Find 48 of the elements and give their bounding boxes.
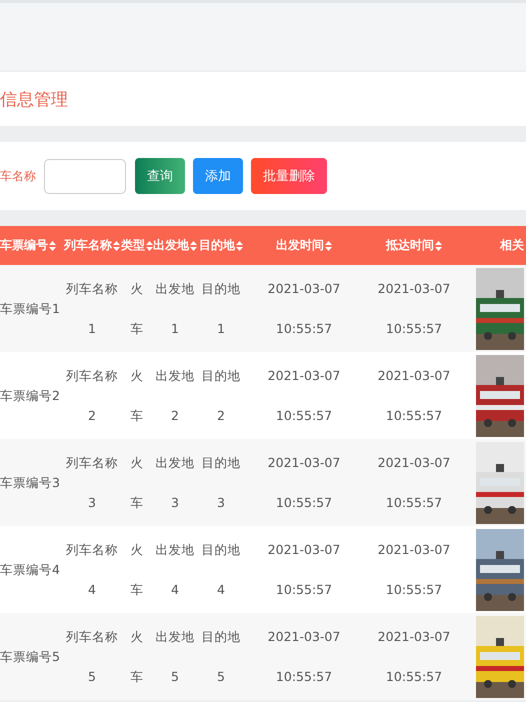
table-cell-text: 2021-03-07 10:55:57 [266,280,342,338]
table-cell-text: 出发地1 [155,280,195,338]
table-cell-text: 车票编号3 [0,474,61,492]
table-cell-text: 车票编号4 [0,560,61,578]
table-cell-text: 2021-03-07 10:55:57 [266,628,342,686]
add-button[interactable]: 添加 [193,158,243,194]
table-cell-text: 2021-03-07 10:55:57 [376,454,452,512]
column-header[interactable]: 出发地 [153,237,189,254]
table-cell-text: 目的地1 [201,280,241,338]
table-cell-text: 车票编号1 [0,300,61,318]
column-header[interactable]: 出发时间 [276,237,324,254]
table-cell-text: 出发地4 [155,540,195,598]
table-cell-text: 目的地3 [201,454,241,512]
field-label: 车名称 [0,168,36,184]
table-cell-text: 出发地2 [155,366,195,424]
table-cell-text: 出发地3 [155,454,195,512]
column-header[interactable]: 相关 [500,237,524,254]
table-cell-text: 目的地4 [201,540,241,598]
table-cell-text: 2021-03-07 10:55:57 [266,454,342,512]
table-cell-text: 车票编号2 [0,386,61,404]
search-button[interactable]: 查询 [135,158,185,194]
table-cell-text: 2021-03-07 10:55:57 [376,366,452,424]
table-cell-text: 火车 [130,540,144,598]
table-cell-text: 火车 [130,280,144,338]
table-cell-text: 列车名称3 [65,454,119,512]
table-cell-text: 2021-03-07 10:55:57 [376,628,452,686]
table-cell-text: 火车 [130,454,144,512]
column-header[interactable]: 目的地 [199,237,235,254]
table-cell-text: 列车名称2 [65,366,119,424]
table-cell-text: 出发地5 [155,628,195,686]
table-cell-text: 列车名称1 [65,280,119,338]
column-header[interactable]: 车票编号 [0,237,48,254]
page-title: 信息管理 [0,88,68,110]
table-cell-text: 火车 [130,628,144,686]
table-cell-text: 车票编号5 [0,648,61,666]
column-header[interactable]: 类型 [121,237,145,254]
table-cell-text: 2021-03-07 10:55:57 [266,540,342,598]
table-cell-text: 2021-03-07 10:55:57 [376,540,452,598]
delete-button[interactable]: 批量删除 [251,158,327,194]
table-cell-text: 2021-03-07 10:55:57 [266,366,342,424]
table-cell-text: 2021-03-07 10:55:57 [376,280,452,338]
table-cell-text: 目的地5 [201,628,241,686]
table-cell-text: 列车名称4 [65,540,119,598]
table-cell-text: 火车 [130,366,144,424]
table-cell-text: 目的地2 [201,366,241,424]
table-cell-text: 列车名称5 [65,628,119,686]
column-header[interactable]: 列车名称 [64,237,112,254]
column-header[interactable]: 抵达时间 [386,237,434,254]
